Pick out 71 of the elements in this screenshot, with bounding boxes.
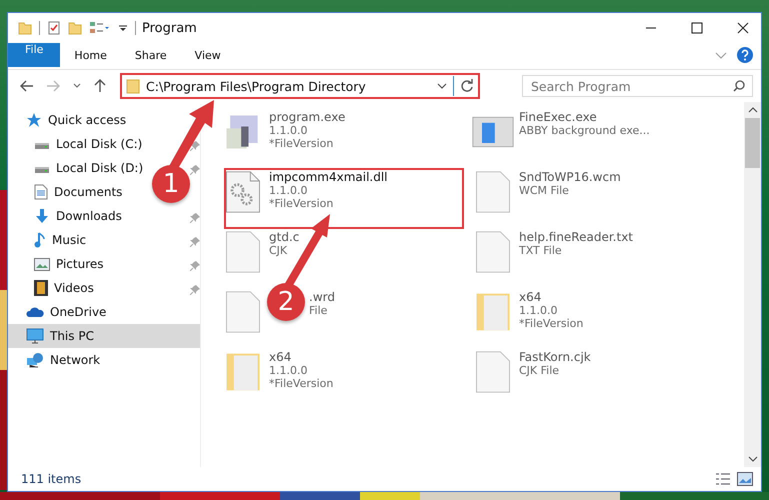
- sidebar-item[interactable]: Music: [8, 228, 94, 252]
- document-icon: [34, 184, 48, 200]
- file-name[interactable]: x64: [519, 290, 584, 304]
- scroll-thumb[interactable]: [745, 118, 760, 168]
- file-name[interactable]: gtd.c: [269, 230, 300, 244]
- search-icon[interactable]: [733, 80, 745, 92]
- file-detail: 1.1.0.0: [269, 124, 308, 137]
- monitor-icon: [26, 328, 44, 344]
- window-title: Program: [142, 20, 197, 36]
- file-name[interactable]: FastKorn.cjk: [519, 350, 591, 364]
- file-name[interactable]: program.exe: [269, 110, 346, 124]
- pin-icon[interactable]: [190, 141, 200, 151]
- file-detail: CJK File: [519, 364, 560, 377]
- address-field[interactable]: C:\Program Files\Program Directory: [120, 73, 480, 99]
- ribbon-tab[interactable]: Share: [120, 43, 181, 67]
- cloud-icon: [26, 305, 44, 319]
- refresh-icon[interactable]: [460, 79, 474, 93]
- file-name[interactable]: x64: [269, 350, 334, 364]
- file-detail: *FileVersion: [269, 137, 334, 150]
- up-arrow-icon[interactable]: [94, 79, 106, 93]
- large-icons-view-icon[interactable]: [737, 472, 753, 486]
- chevron-icon[interactable]: [72, 82, 82, 90]
- sidebar-item[interactable]: Network: [8, 348, 108, 372]
- music-note-icon: [34, 232, 46, 248]
- file-detail: CJK: [269, 244, 288, 257]
- network-icon: [26, 352, 44, 368]
- ribbon-tab[interactable]: Home: [60, 43, 121, 67]
- file-detail: File: [309, 304, 328, 317]
- file-detail: *FileVersion: [269, 377, 334, 390]
- file-detail: WCM File: [519, 184, 570, 197]
- sidebar-item[interactable]: Documents: [8, 180, 130, 204]
- ribbon-tab[interactable]: View: [180, 43, 235, 67]
- sidebar-item[interactable]: Downloads: [8, 204, 130, 228]
- details-view-icon[interactable]: [715, 472, 731, 486]
- file-detail: *FileVersion: [519, 317, 584, 330]
- folder-icon: [126, 78, 140, 94]
- list-icon[interactable]: [89, 21, 111, 35]
- image-icon: [34, 258, 50, 270]
- file-detail: 1.1.0.0: [519, 304, 558, 317]
- properties-icon[interactable]: [47, 21, 61, 35]
- file-name[interactable]: help.fineReader.txt: [519, 230, 633, 244]
- file-name[interactable]: SndToWP16.wcm: [519, 170, 621, 184]
- file-name[interactable]: impcomm4xmail.dll: [269, 170, 388, 184]
- scroll-up-icon[interactable]: [748, 106, 758, 114]
- scrollbar[interactable]: [744, 102, 761, 467]
- sidebar-item[interactable]: Pictures: [8, 252, 112, 276]
- chevron-icon[interactable]: [437, 82, 447, 90]
- maximize-icon[interactable]: [691, 22, 703, 34]
- item-count: 111 items: [21, 472, 82, 486]
- close-icon[interactable]: [737, 22, 749, 34]
- download-icon: [34, 208, 50, 224]
- film-icon: [34, 280, 48, 296]
- file-name[interactable]: FineExec.exe: [519, 110, 650, 124]
- back-arrow-icon[interactable]: [20, 80, 34, 92]
- search-field[interactable]: Search Program: [522, 75, 753, 97]
- sidebar-item[interactable]: Local Disk (D:): [8, 156, 152, 180]
- sidebar-item[interactable]: This PC: [8, 324, 200, 348]
- file-detail: ABBY background exe...: [519, 124, 650, 137]
- file-name[interactable]: .wrd: [309, 290, 335, 304]
- scroll-down-icon[interactable]: [748, 455, 758, 463]
- file-detail: 1.1.0.0: [269, 184, 308, 197]
- sidebar-item[interactable]: Videos: [8, 276, 102, 300]
- sidebar-item[interactable]: Local Disk (C:): [8, 132, 150, 156]
- sidebar-item[interactable]: OneDrive: [8, 300, 114, 324]
- file-tab[interactable]: File: [8, 43, 60, 67]
- file-detail: *FileVersion: [269, 197, 334, 210]
- file-detail: 1.1.0.0: [269, 364, 308, 377]
- sidebar-item[interactable]: Quick access: [8, 108, 134, 132]
- help-icon[interactable]: [737, 47, 753, 63]
- star-icon: [26, 112, 42, 128]
- file-detail: TXT File: [519, 244, 563, 257]
